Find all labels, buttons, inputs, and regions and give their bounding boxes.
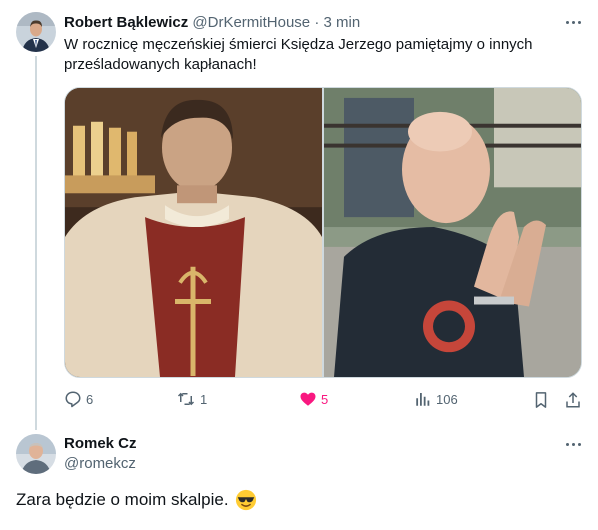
more-options-icon[interactable]: [562, 12, 584, 32]
tweet-actions: 6 1 5 106: [64, 390, 582, 412]
retweet-button[interactable]: 1: [176, 390, 207, 408]
share-button[interactable]: [564, 390, 582, 410]
tweet-text: W rocznicę męczeńskiej śmierci Księdza J…: [64, 36, 533, 73]
like-count: 5: [321, 391, 329, 407]
smiling-face-with-sunglasses-icon: [235, 489, 256, 511]
author-avatar[interactable]: [16, 12, 56, 52]
thread-connector-line: [35, 56, 37, 430]
bookmark-button[interactable]: [532, 390, 550, 410]
author-name[interactable]: Robert Bąklewicz: [64, 14, 188, 31]
reply-icon: [65, 391, 81, 408]
avatar-image: [16, 12, 56, 52]
avatar-image: [16, 434, 56, 474]
like-button[interactable]: 5: [299, 390, 328, 408]
heart-filled-icon: [300, 392, 316, 406]
views-count: 106: [436, 391, 458, 407]
reply-text: Zara będzie o moim skalpie.: [16, 490, 229, 509]
views-chart-icon: [416, 393, 430, 406]
header-separator: ·: [314, 14, 320, 31]
share-icon: [566, 392, 580, 408]
reply-body: Zara będzie o moim skalpie.: [16, 488, 257, 512]
more-options-icon[interactable]: [562, 434, 584, 454]
reply-header: Romek Cz @romekcz: [64, 434, 137, 474]
reply-author-name[interactable]: Romek Cz: [64, 435, 137, 452]
bookmark-icon: [535, 392, 547, 408]
reply-button[interactable]: 6: [64, 390, 93, 408]
author-handle[interactable]: @DrKermitHouse: [192, 14, 310, 31]
reply-author-handle[interactable]: @romekcz: [64, 454, 137, 474]
historical-priest-photo[interactable]: [65, 88, 322, 377]
tweet-header: Robert Bąklewicz @DrKermitHouse · 3 min: [64, 13, 360, 33]
reply-author-avatar[interactable]: [16, 434, 56, 474]
reply-count: 6: [86, 391, 94, 407]
views-button[interactable]: 106: [414, 390, 458, 408]
tweet-media[interactable]: [64, 87, 582, 378]
tweet-time[interactable]: 3 min: [324, 14, 361, 31]
bald-man-photo[interactable]: [324, 88, 581, 377]
retweet-count: 1: [200, 391, 208, 407]
retweet-icon: [177, 392, 195, 406]
